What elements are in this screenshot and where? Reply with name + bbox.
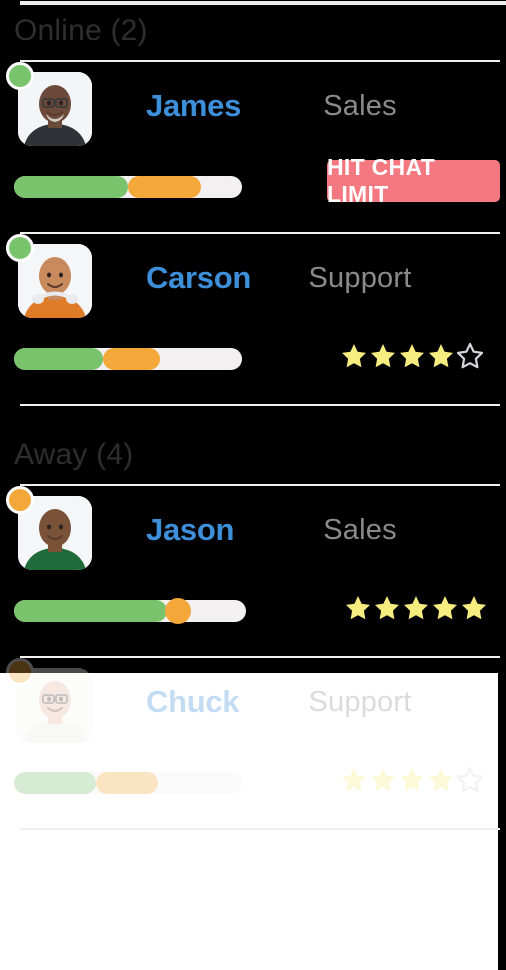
agent-name[interactable]: Carson: [146, 260, 251, 296]
agent-role: Support: [308, 686, 412, 718]
status-dot-away: [6, 658, 34, 686]
meter-segment-green: [14, 772, 96, 794]
meter-segment-green: [14, 348, 103, 370]
agent-list: Online (2) James Sales HIT CHAT LIMIT Carson…: [0, 0, 506, 830]
avatar[interactable]: [6, 486, 92, 570]
agent-name[interactable]: James: [146, 88, 241, 124]
meter-segment-green: [14, 176, 128, 198]
status-dot-online: [6, 62, 34, 90]
meter-segment-orange: [128, 176, 201, 198]
avatar[interactable]: [6, 658, 92, 742]
agent-metrics: [0, 334, 506, 404]
avatar[interactable]: [6, 62, 92, 146]
star-filled-icon: [400, 768, 424, 792]
meter-segment-green: [14, 600, 167, 622]
row-divider: [20, 828, 500, 830]
agent-metrics: HIT CHAT LIMIT: [0, 154, 506, 232]
capacity-meter[interactable]: [14, 772, 242, 794]
section-title-online: Online (2): [14, 14, 148, 47]
status-badge[interactable]: HIT CHAT LIMIT: [327, 154, 500, 207]
agent-row[interactable]: Carson Support: [0, 234, 506, 404]
capacity-meter[interactable]: [14, 600, 246, 622]
agent-metrics: [0, 586, 506, 656]
star-filled-icon: [346, 596, 370, 620]
agent-row[interactable]: James Sales HIT CHAT LIMIT: [0, 62, 506, 232]
section-title-away: Away (4): [14, 438, 134, 471]
star-filled-icon: [433, 596, 457, 620]
agent-row[interactable]: Chuck Support: [0, 658, 506, 828]
status-dot-online: [6, 234, 34, 262]
star-filled-icon: [404, 596, 428, 620]
capacity-meter[interactable]: [14, 176, 242, 198]
star-filled-icon: [429, 344, 453, 368]
status-dot-away: [6, 486, 34, 514]
star-filled-icon: [429, 768, 453, 792]
meter-segment-orange: [96, 772, 158, 794]
agent-identity: James Sales: [0, 62, 506, 162]
star-filled-icon: [375, 596, 399, 620]
star-filled-icon: [462, 596, 486, 620]
avatar[interactable]: [6, 234, 92, 318]
star-filled-icon: [342, 344, 366, 368]
meter-segment-orange: [103, 348, 160, 370]
agent-identity: Chuck Support: [0, 658, 506, 758]
star-empty-icon: [456, 342, 484, 369]
agent-name[interactable]: Jason: [146, 512, 234, 548]
agent-identity: Jason Sales: [0, 486, 506, 586]
star-filled-icon: [342, 768, 366, 792]
rating-stars[interactable]: [340, 766, 484, 794]
agent-identity: Carson Support: [0, 234, 506, 334]
agent-metrics: [0, 758, 506, 828]
section-away: Away (4) Jason Sales Chuck Support: [0, 406, 506, 830]
capacity-meter[interactable]: [14, 348, 242, 370]
agent-name[interactable]: Chuck: [146, 684, 240, 720]
rating-stars[interactable]: [344, 594, 488, 622]
agent-role: Sales: [323, 90, 397, 122]
agent-status-panel: Online (2) James Sales HIT CHAT LIMIT Carson…: [0, 0, 506, 970]
star-filled-icon: [400, 344, 424, 368]
star-empty-icon: [456, 766, 484, 793]
star-filled-icon: [371, 344, 395, 368]
agent-role: Support: [308, 262, 412, 294]
section-online: Online (2) James Sales HIT CHAT LIMIT Carson…: [0, 0, 506, 406]
star-filled-icon: [371, 768, 395, 792]
agent-role: Sales: [323, 514, 397, 546]
agent-row[interactable]: Jason Sales: [0, 486, 506, 656]
meter-knob[interactable]: [165, 598, 191, 624]
rating-stars[interactable]: [340, 342, 484, 370]
